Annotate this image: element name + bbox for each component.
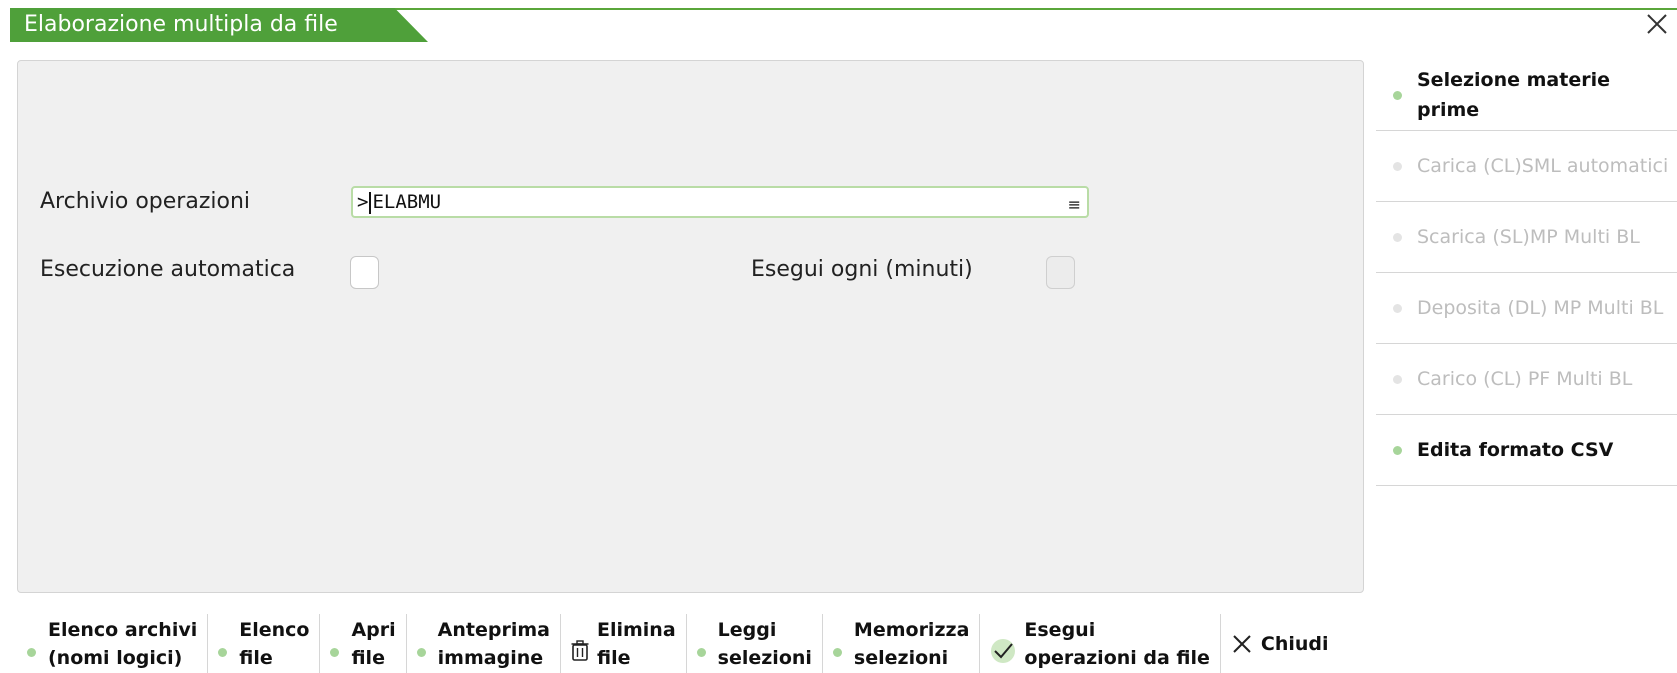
button-label: Elimina file [596,618,676,669]
archivio-operazioni-label: Archivio operazioni [40,189,251,214]
side-item-edita-formato-csv[interactable]: Edita formato CSV [1376,415,1677,486]
window-title: Elaborazione multipla da file [10,8,428,42]
bullet-icon [1393,446,1402,455]
side-item-label: Scarica (SL)MP Multi BL [1417,226,1640,248]
button-label: Apri file [351,618,396,669]
side-item-label: Carica (CL)SML automatici [1417,155,1669,177]
side-item-label: Carico (CL) PF Multi BL [1417,368,1633,390]
anteprima-immagine-button[interactable]: Anteprima immagine [407,614,561,673]
bottom-toolbar: Elenco archivi (nomi logici) Elenco file… [17,614,1339,673]
check-icon [991,638,1016,663]
archivio-prefix: > [357,191,369,213]
esecuzione-automatica-checkbox[interactable] [350,256,379,289]
chiudi-button[interactable]: Chiudi [1221,614,1339,673]
bullet-icon [416,648,426,657]
side-item-label: Selezione materie prime [1417,69,1610,121]
button-label: Chiudi [1260,632,1329,655]
form-panel: Archivio operazioni Esecuzione automatic… [17,60,1364,593]
side-menu: Selezione materie prime Carica (CL)SML a… [1376,60,1677,486]
close-icon[interactable] [1643,10,1671,38]
button-label: Anteprima immagine [437,618,550,669]
elenco-archivi-button[interactable]: Elenco archivi (nomi logici) [17,614,209,673]
close-icon [1233,634,1251,653]
apri-file-button[interactable]: Apri file [320,614,407,673]
window: Elaborazione multipla da file Archivio o… [0,0,1677,673]
bullet-icon [218,648,228,657]
elenco-file-button[interactable]: Elenco file [208,614,321,673]
button-label: Elenco file [239,618,310,669]
leggi-selezioni-button[interactable]: Leggi selezioni [687,614,823,673]
bullet-icon [1393,233,1402,242]
bullet-icon [696,648,706,657]
button-label: Leggi selezioni [717,618,812,669]
esegui-ogni-label: Esegui ogni (minuti) [751,257,973,282]
archivio-value: ELABMU [372,191,442,213]
bullet-icon [330,648,340,657]
button-label: Elenco archivi (nomi logici) [48,618,198,669]
esecuzione-automatica-label: Esecuzione automatica [40,257,296,282]
side-item-carico-pf-multi-bl: Carico (CL) PF Multi BL [1376,344,1677,415]
side-item-carica-sml-automatici: Carica (CL)SML automatici [1376,131,1677,202]
side-item-deposita-mp-multi-bl: Deposita (DL) MP Multi BL [1376,273,1677,344]
trash-icon [571,639,589,661]
elimina-file-button[interactable]: Elimina file [561,614,687,673]
esegui-operazioni-button[interactable]: Esegui operazioni da file [980,614,1221,673]
side-item-label: Deposita (DL) MP Multi BL [1417,297,1664,319]
bullet-icon [1393,91,1402,100]
bullet-icon [1393,304,1402,313]
esegui-ogni-field [1046,256,1075,289]
field-menu-icon[interactable]: ≡ [1068,191,1081,219]
bullet-icon [1393,375,1402,384]
memorizza-selezioni-button[interactable]: Memorizza selezioni [823,614,981,673]
bullet-icon [1393,162,1402,171]
side-item-selezione-materie-prime[interactable]: Selezione materie prime [1376,60,1677,131]
bullet-icon [27,648,36,657]
bullet-icon [832,648,842,657]
button-label: Memorizza selezioni [853,618,970,669]
side-item-scarica-mp-multi-bl: Scarica (SL)MP Multi BL [1376,202,1677,273]
button-label: Esegui operazioni da file [1024,618,1210,669]
archivio-operazioni-input[interactable]: > ELABMU ≡ [351,186,1089,218]
side-item-label: Edita formato CSV [1417,439,1614,461]
